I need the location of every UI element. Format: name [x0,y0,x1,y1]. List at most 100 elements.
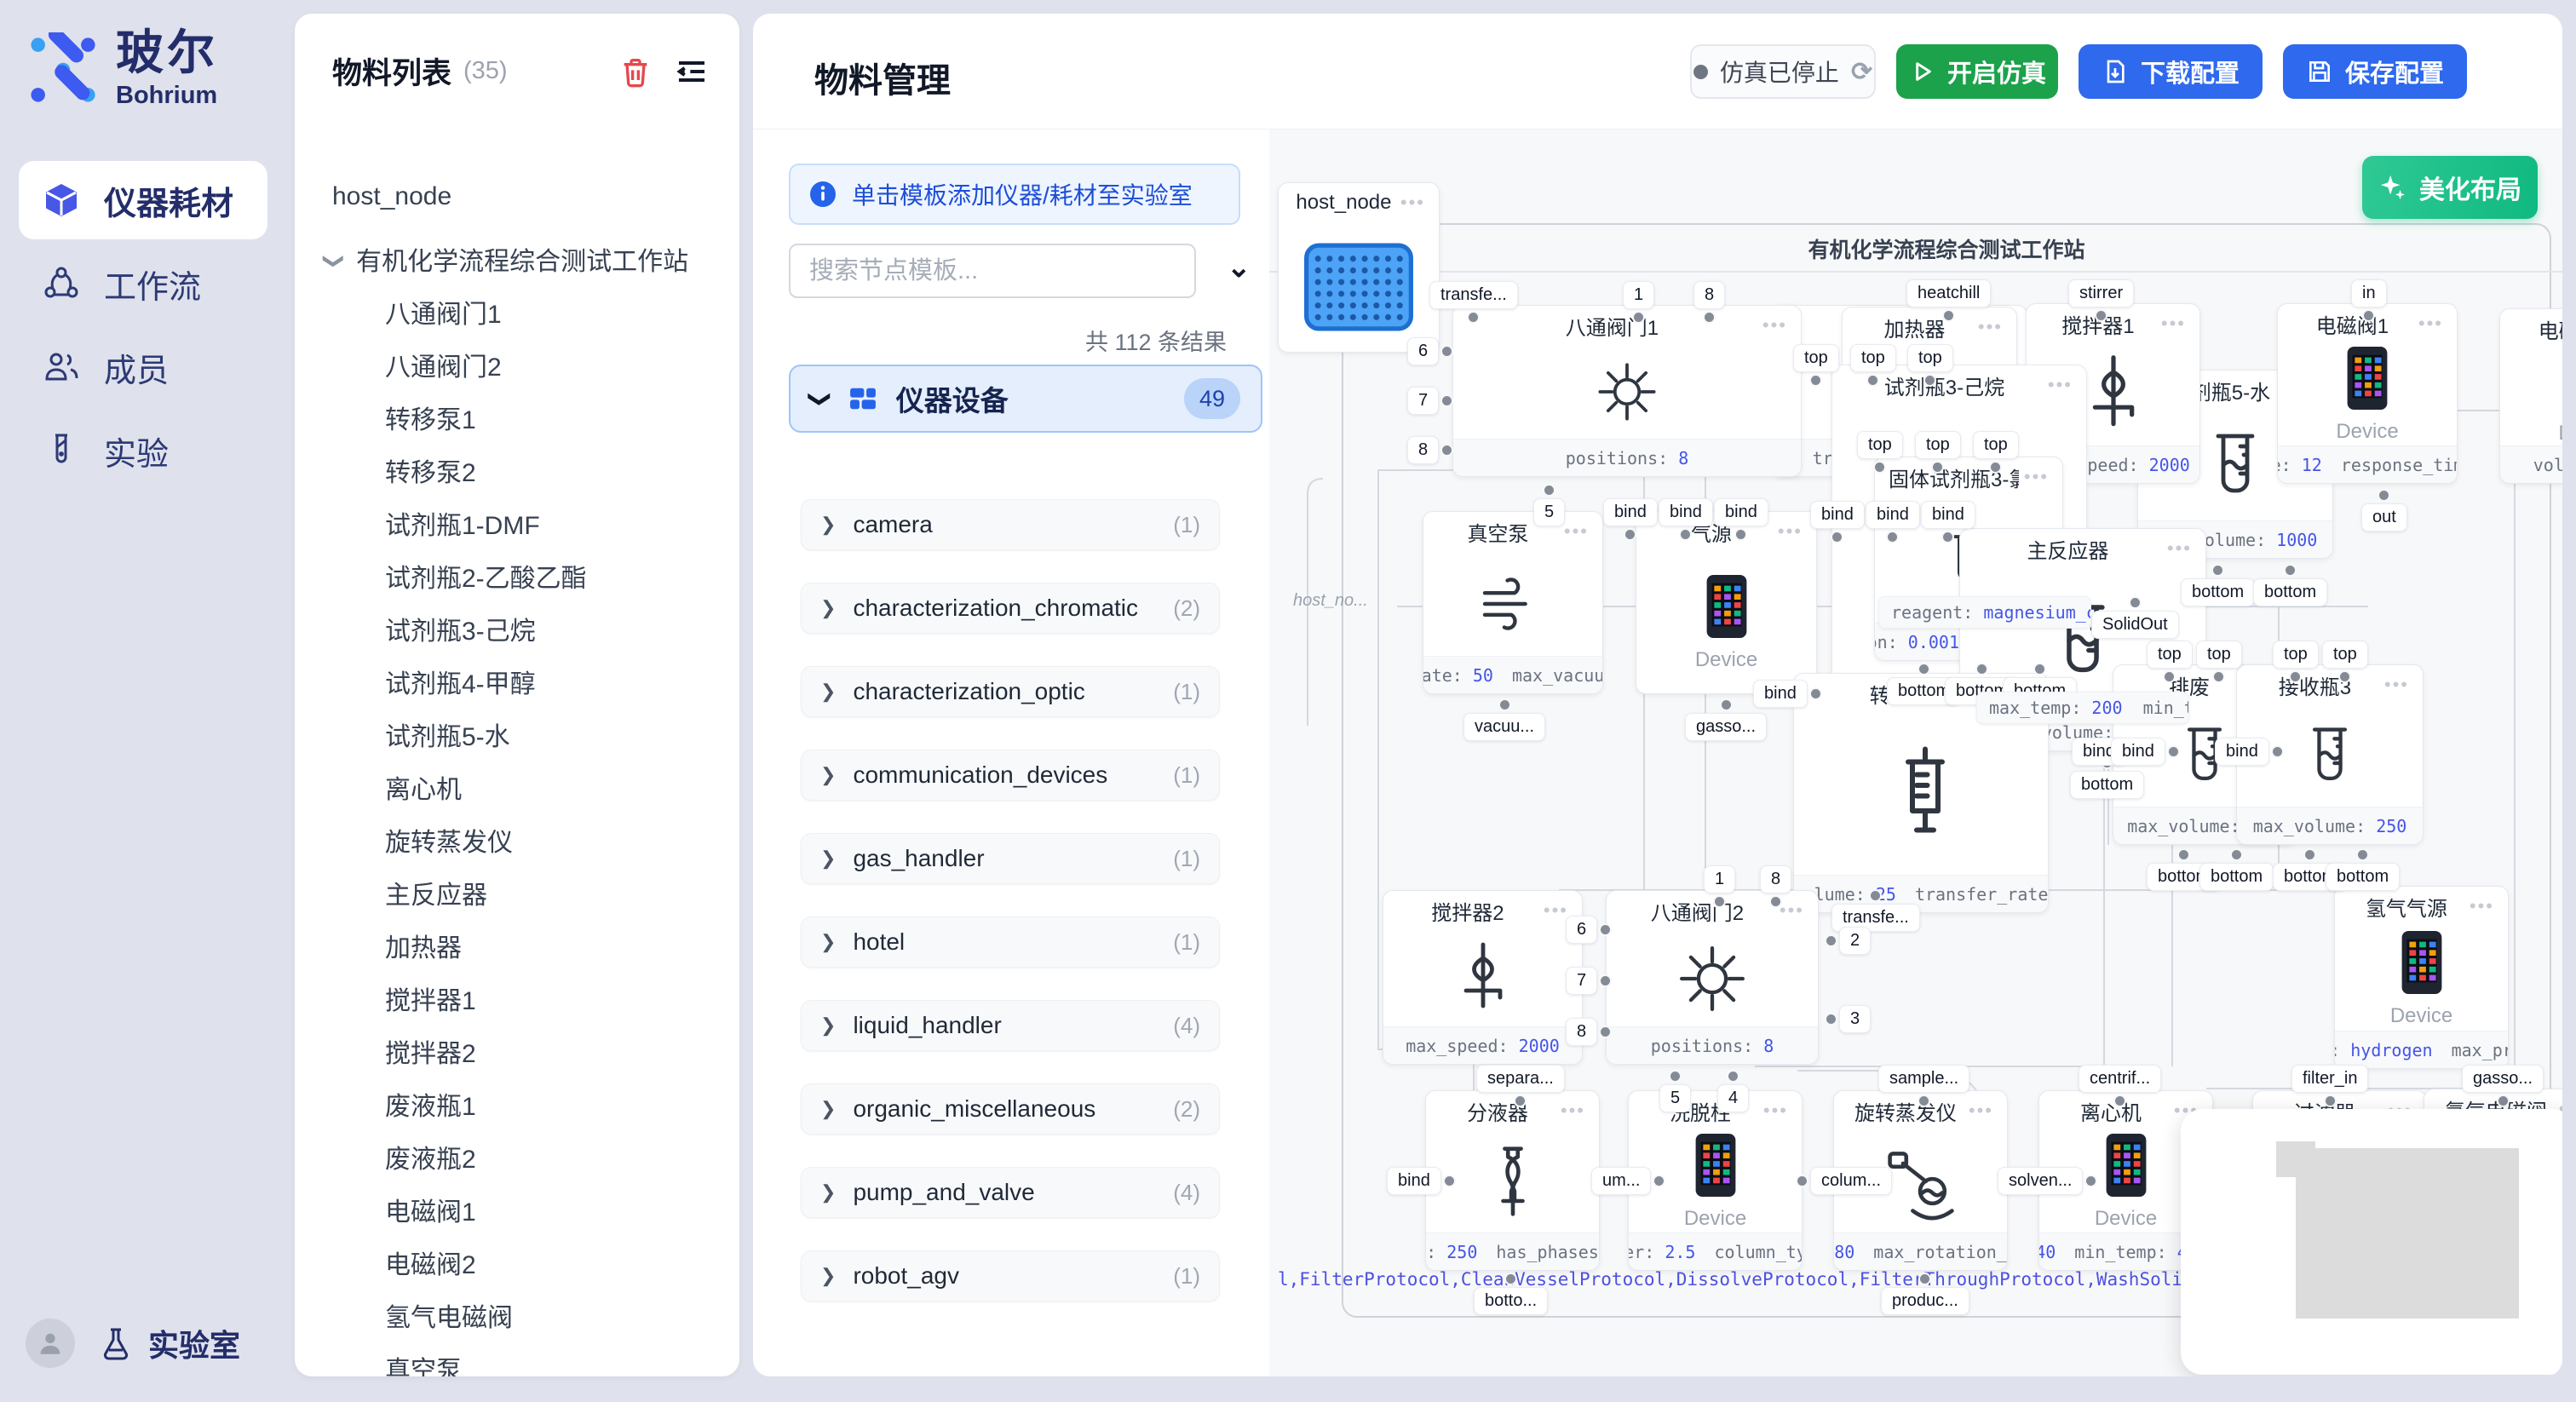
category-organic_miscellaneous[interactable]: ❯organic_miscellaneous(2) [801,1083,1220,1135]
node-menu-icon[interactable]: ••• [1763,1100,1788,1122]
port-chip-7[interactable]: 7 [1566,967,1612,995]
category-gas_handler[interactable]: ❯gas_handler(1) [801,833,1220,884]
tree-item[interactable]: 废液瓶1 [385,1085,476,1123]
port-chip-um[interactable]: um... [1591,1167,1665,1195]
category-characterization_chromatic[interactable]: ❯characterization_chromatic(2) [801,583,1220,634]
save-config-button[interactable]: 保存配置 [2283,44,2467,99]
port-chip-vacuu[interactable]: vacuu... [1463,698,1545,741]
tree-item[interactable]: 离心机 [385,768,462,806]
canvas-node-电磁阀2[interactable]: 电磁阀2•••Devicevoltage: 12 [2499,308,2562,484]
port-chip-produc[interactable]: produc... [1881,1273,1969,1315]
port-chip-top[interactable]: top [1907,344,1953,387]
port-chip-bind[interactable]: bind [2111,738,2180,766]
port-chip-bind[interactable]: bind [1810,501,1865,543]
category-hotel[interactable]: ❯hotel(1) [801,916,1220,968]
port-chip-top[interactable]: top [1850,344,1896,387]
tree-item[interactable]: ❯有机化学流程综合测试工作站 [325,240,688,278]
sidebar-item-1[interactable]: 工作流 [19,244,267,323]
tree-item[interactable]: 真空泵 [385,1349,462,1376]
sidebar-item-3[interactable]: 实验 [19,411,267,490]
port-chip-filter_in[interactable]: filter_in [2291,1065,2368,1107]
sim-status-badge[interactable]: 仿真已停止 ⟳ [1690,44,1876,99]
port-chip-8[interactable]: 8 [1693,281,1725,324]
node-menu-icon[interactable]: ••• [1762,314,1787,336]
tree-item[interactable]: 转移泵1 [385,399,476,436]
group-header-equipment[interactable]: ❯ 仪器设备 49 [789,365,1262,433]
start-simulation-button[interactable]: 开启仿真 [1896,44,2058,99]
port-chip-colum[interactable]: colum... [1796,1167,1892,1195]
category-communication_devices[interactable]: ❯communication_devices(1) [801,750,1220,801]
port-chip-bind[interactable]: bind [1387,1167,1456,1195]
node-menu-icon[interactable]: ••• [1544,899,1568,922]
port-chip-out[interactable]: out [2361,489,2407,531]
chevron-collapse-icon[interactable]: ⌄ [1227,250,1251,284]
tree-item[interactable]: 搅拌器1 [385,980,476,1017]
tree-item[interactable]: 试剂瓶5-水 [385,715,510,753]
port-chip-5[interactable]: 5 [1533,484,1565,526]
category-robot_agv[interactable]: ❯robot_agv(1) [801,1250,1220,1301]
port-chip-top[interactable]: top [2273,641,2319,683]
tree-item[interactable]: 氢气电磁阀 [385,1296,513,1334]
tree-item[interactable]: 试剂瓶3-己烷 [385,610,536,647]
port-chip-centrif[interactable]: centrif... [2079,1065,2161,1107]
sidebar-item-0[interactable]: 仪器耗材 [19,161,267,239]
tree-item[interactable]: host_node [332,182,451,211]
port-chip-top[interactable]: top [2147,641,2193,683]
port-chip-bind[interactable]: bind [1714,498,1768,541]
tree-item[interactable]: 加热器 [385,927,462,964]
tree-item[interactable]: 主反应器 [385,874,487,911]
port-chip-top[interactable]: top [1857,431,1903,474]
collapse-list-icon[interactable] [675,55,709,89]
trash-icon[interactable] [618,55,653,89]
port-chip-bind[interactable]: bind [1603,498,1658,541]
port-chip-bind[interactable]: bind [1921,501,1975,543]
port-chip-gasso[interactable]: gasso... [2462,1065,2544,1107]
port-chip-2[interactable]: 2 [1825,927,1871,955]
canvas-node-真空泵[interactable]: 真空泵•••pump_rate: 50max_vacuum: 0.1 [1423,511,1603,694]
tree-item[interactable]: 八通阀门2 [385,346,502,383]
node-menu-icon[interactable]: ••• [1778,520,1803,543]
canvas-node-八通阀门2[interactable]: 八通阀门2•••positions: 8 [1606,890,1819,1065]
category-pump_and_valve[interactable]: ❯pump_and_valve(4) [801,1167,1220,1218]
canvas-node-电磁阀1[interactable]: 电磁阀1•••Devicevoltage: 12response_time: 0… [2277,303,2458,484]
beautify-layout-button[interactable]: 美化布局 [2362,156,2538,219]
node-menu-icon[interactable]: ••• [2418,313,2443,335]
download-config-button[interactable]: 下载配置 [2079,44,2263,99]
node-menu-icon[interactable]: ••• [2384,674,2409,696]
flow-canvas[interactable]: 有机化学流程综合测试工作站 host_node•••转移泵1•••transfe… [1269,129,2562,1376]
category-camera[interactable]: ❯camera(1) [801,499,1220,550]
tree-item[interactable]: 试剂瓶4-甲醇 [385,663,536,700]
port-chip-5[interactable]: 5 [1659,1070,1691,1112]
canvas-node-八通阀门1[interactable]: 八通阀门1•••positions: 8 [1452,305,1802,477]
tree-item[interactable]: 试剂瓶2-乙酸乙酯 [385,557,587,595]
refresh-icon[interactable]: ⟳ [1851,57,1872,87]
port-chip-sample[interactable]: sample... [1878,1065,1969,1107]
avatar[interactable] [26,1319,75,1368]
tree-item[interactable]: 废液瓶2 [385,1138,476,1175]
port-chip-transfe[interactable]: transfe... [1831,889,1920,932]
port-chip-solven[interactable]: solven... [1998,1167,2097,1195]
canvas-node-搅拌器2[interactable]: 搅拌器2•••max_speed: 2000 [1383,890,1583,1065]
node-menu-icon[interactable]: ••• [2024,466,2049,488]
node-menu-icon[interactable]: ••• [1400,192,1425,214]
tree-item[interactable]: 电磁阀1 [385,1191,476,1228]
tree-item[interactable]: 试剂瓶1-DMF [385,504,540,542]
canvas-node-氢气气源[interactable]: 氢气气源•••Devicegas_type: hydrogenmax_press… [2334,886,2509,1069]
node-menu-icon[interactable]: ••• [1969,1100,1993,1122]
port-chip-8[interactable]: 8 [1407,436,1453,464]
port-chip-3[interactable]: 3 [1825,1005,1871,1033]
node-menu-icon[interactable]: ••• [1564,520,1589,543]
port-chip-8[interactable]: 8 [1566,1018,1612,1046]
port-chip-bind[interactable]: bind [1659,498,1713,541]
node-menu-icon[interactable]: ••• [2470,895,2494,917]
port-chip-4[interactable]: 4 [1717,1070,1749,1112]
port-chip-top[interactable]: top [1915,431,1961,474]
port-chip-bottom[interactable]: bottom [2326,848,2400,891]
port-chip-7[interactable]: 7 [1407,387,1453,415]
port-chip-bind[interactable]: bind [1866,501,1920,543]
port-chip-separa[interactable]: separa... [1476,1065,1565,1107]
tree-item[interactable]: 转移泵2 [385,451,476,489]
port-chip-6[interactable]: 6 [1566,916,1612,944]
port-chip-8[interactable]: 8 [1760,865,1791,908]
category-characterization_optic[interactable]: ❯characterization_optic(1) [801,666,1220,717]
